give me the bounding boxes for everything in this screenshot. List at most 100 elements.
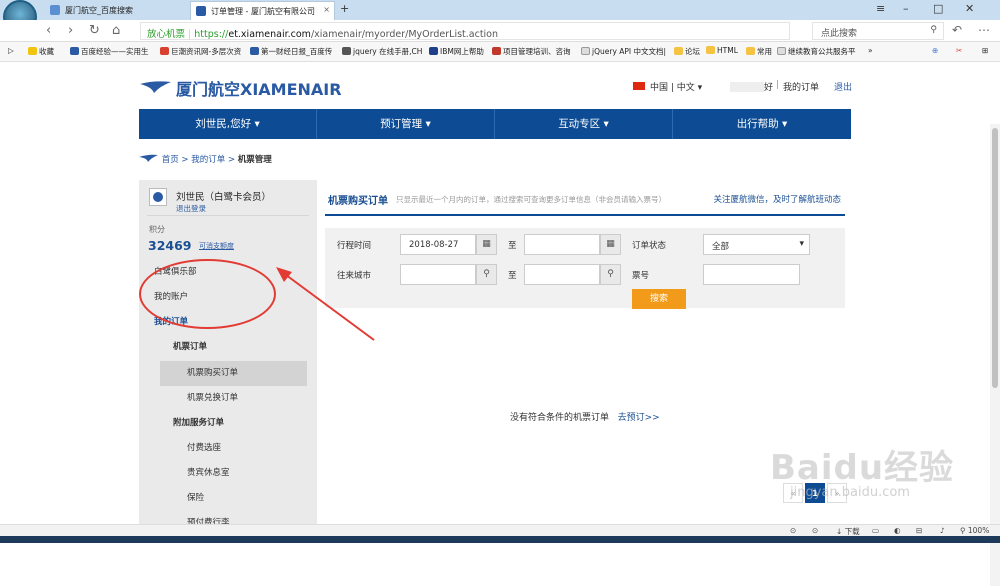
baidu-watermark-url: jingyan.baidu.com: [790, 485, 910, 500]
url-path: /xiamenair/myorder/MyOrderList.action: [310, 29, 499, 40]
scrollbar-thumb[interactable]: [992, 128, 998, 388]
bookmark-item[interactable]: IBM网上帮助: [429, 46, 484, 57]
nav-user-menu[interactable]: 刘世民,您好 ▾: [139, 109, 317, 139]
search-button[interactable]: 搜索: [632, 289, 686, 309]
more-icon[interactable]: ⋯: [978, 23, 990, 37]
extension-icon[interactable]: ⊕: [932, 46, 938, 55]
bookmark-item[interactable]: 第一财经日报_百度传: [250, 46, 332, 57]
sidebar-item-ticket-orders[interactable]: 机票订单: [139, 335, 317, 360]
ticket-number-input[interactable]: [703, 264, 800, 285]
status-icon[interactable]: ⊟: [916, 526, 922, 535]
vertical-scrollbar[interactable]: [990, 124, 1000, 586]
chevron-down-icon: ▾: [603, 118, 609, 130]
nav-travel-help[interactable]: 出行帮助 ▾: [673, 109, 851, 139]
search-icon[interactable]: ⚲: [930, 25, 937, 35]
status-icon[interactable]: ▭: [872, 526, 879, 535]
minimize-icon[interactable]: –: [903, 2, 909, 15]
reload-icon[interactable]: ↻: [89, 23, 100, 38]
sidebar-item-egret-club[interactable]: 白鹭俱乐部: [139, 260, 317, 285]
home-logo-icon: [139, 154, 158, 162]
bookmarks-toggle-icon[interactable]: ▷: [8, 46, 14, 55]
bookmark-item[interactable]: jquery 在线手册,CH: [342, 46, 422, 57]
language-selector[interactable]: 中国 | 中文 ▾: [650, 80, 702, 93]
wechat-follow-link[interactable]: 关注厦航微信，及时了解航班动态: [713, 193, 841, 205]
status-icon[interactable]: ◐: [894, 526, 901, 535]
date-to-input[interactable]: [524, 234, 600, 255]
bookmark-folder[interactable]: 论坛: [674, 46, 700, 57]
bookmark-item[interactable]: jQuery API 中文文档|: [581, 46, 666, 57]
date-from-input[interactable]: 2018-08-27: [400, 234, 476, 255]
points-balance-link[interactable]: 可消支额度: [199, 241, 234, 251]
sidebar-logout-link[interactable]: 退出登录: [176, 203, 206, 214]
account-sidebar: 刘世民（白鹭卡会员） 退出登录 积分 32469 可消支额度 白鹭俱乐部 我的账…: [139, 180, 317, 524]
logout-link[interactable]: 退出: [834, 80, 852, 93]
xiamenair-logo-icon[interactable]: [140, 80, 172, 94]
ticket-number-label: 票号: [632, 271, 650, 281]
bookmark-item[interactable]: 收藏: [28, 46, 54, 57]
order-status-select[interactable]: 全部: [703, 234, 810, 255]
status-icon[interactable]: ⊙: [812, 526, 818, 535]
sidebar-item-my-account[interactable]: 我的账户: [139, 285, 317, 310]
sidebar-item-insurance[interactable]: 保险: [139, 486, 317, 511]
zoom-icon: ⚲: [960, 526, 966, 535]
order-status-label: 订单状态: [632, 241, 667, 251]
bookmark-item[interactable]: 项目管理培训、咨询: [492, 46, 571, 57]
bookmark-folder[interactable]: 常用: [746, 46, 772, 57]
nav-interactive-zone[interactable]: 互动专区 ▾: [495, 109, 673, 139]
sidebar-item-my-orders[interactable]: 我的订单: [139, 310, 317, 335]
new-tab-icon[interactable]: +: [340, 2, 349, 15]
back-icon[interactable]: ‹: [46, 23, 51, 38]
tools-icon[interactable]: ✂: [956, 46, 962, 55]
home-icon[interactable]: ⌂: [112, 23, 120, 38]
greeting-text: 好: [764, 83, 774, 93]
maximize-icon[interactable]: □: [933, 2, 943, 15]
panel-note: 只显示最近一个月内的订单，通过搜索可查询更多订单信息（非会员请输入票号）: [396, 195, 666, 204]
site-logo[interactable]: 厦门航空XIAMENAIR: [176, 76, 342, 100]
address-bar[interactable]: 放心机票 | https://et.xiamenair.com/xiamenai…: [140, 22, 790, 40]
order-search-form: 行程时间 2018-08-27 ▦ 至 ▦ 订单状态 全部 往来城市 ⚲ 至 ⚲…: [325, 228, 845, 308]
sidebar-item-paid-seat[interactable]: 付费选座: [139, 436, 317, 461]
tab-order-management[interactable]: 订单管理 - 厦门航空有限公司 ×: [190, 1, 335, 20]
url-scheme: https://: [194, 29, 229, 40]
close-tab-icon[interactable]: ×: [323, 5, 330, 14]
sidebar-item-ticket-purchase-orders[interactable]: 机票购买订单: [160, 361, 307, 386]
menu-icon[interactable]: ≡: [876, 2, 885, 15]
status-bar: ⊙ ⊙ ↓ 下载 ▭ ◐ ⊟ ♪ ⚲ 100%: [0, 524, 1000, 536]
bookmark-item[interactable]: 巨潮资讯网-多层次资: [160, 46, 241, 57]
breadcrumb-orders[interactable]: 我的订单: [191, 155, 225, 165]
status-icon[interactable]: ♪: [940, 526, 945, 535]
go-book-link[interactable]: 去预订>>: [618, 413, 660, 423]
sidebar-item-ticket-redeem-orders[interactable]: 机票兑换订单: [139, 386, 317, 411]
sidebar-item-vip-lounge[interactable]: 贵宾休息室: [139, 461, 317, 486]
calendar-icon[interactable]: ▦: [476, 234, 497, 255]
breadcrumb-home[interactable]: 首页: [162, 155, 179, 165]
bookmark-item[interactable]: 继续教育公共服务平: [777, 46, 856, 57]
nav-booking-management[interactable]: 预订管理 ▾: [317, 109, 495, 139]
status-icon[interactable]: ⊙: [790, 526, 796, 535]
date-to-separator: 至: [508, 241, 517, 251]
baidu-favicon-icon: [50, 5, 60, 15]
undo-icon[interactable]: ↶: [952, 23, 962, 37]
city-from-input[interactable]: [400, 264, 476, 285]
title-underline: [325, 214, 845, 216]
browser-tab-bar: 厦门航空_百度搜索 订单管理 - 厦门航空有限公司 × + ≡ – □ ✕: [0, 0, 1000, 34]
location-pin-icon[interactable]: ⚲: [476, 264, 497, 285]
os-taskbar: [0, 536, 1000, 543]
sidebar-item-prepaid-baggage[interactable]: 预付费行李: [139, 511, 317, 524]
user-avatar-icon: [149, 188, 167, 206]
close-window-icon[interactable]: ✕: [965, 2, 974, 15]
zoom-level[interactable]: ⚲ 100%: [960, 526, 989, 535]
city-to-input[interactable]: [524, 264, 600, 285]
bookmarks-overflow-icon[interactable]: »: [868, 46, 873, 55]
travel-time-label: 行程时间: [337, 241, 372, 251]
forward-icon[interactable]: ›: [68, 23, 73, 38]
browser-search-input[interactable]: 点此搜索 ⚲: [812, 22, 944, 40]
calendar-icon[interactable]: ▦: [600, 234, 621, 255]
my-orders-link[interactable]: 我的订单: [783, 80, 819, 93]
location-pin-icon[interactable]: ⚲: [600, 264, 621, 285]
sidebar-item-addon-orders[interactable]: 附加服务订单: [139, 411, 317, 436]
bookmark-folder[interactable]: HTML: [706, 46, 738, 55]
grid-icon[interactable]: ⊞: [982, 46, 988, 55]
tab-baidu-search[interactable]: 厦门航空_百度搜索: [45, 1, 185, 20]
bookmark-item[interactable]: 百度经验——实用生: [70, 46, 149, 57]
